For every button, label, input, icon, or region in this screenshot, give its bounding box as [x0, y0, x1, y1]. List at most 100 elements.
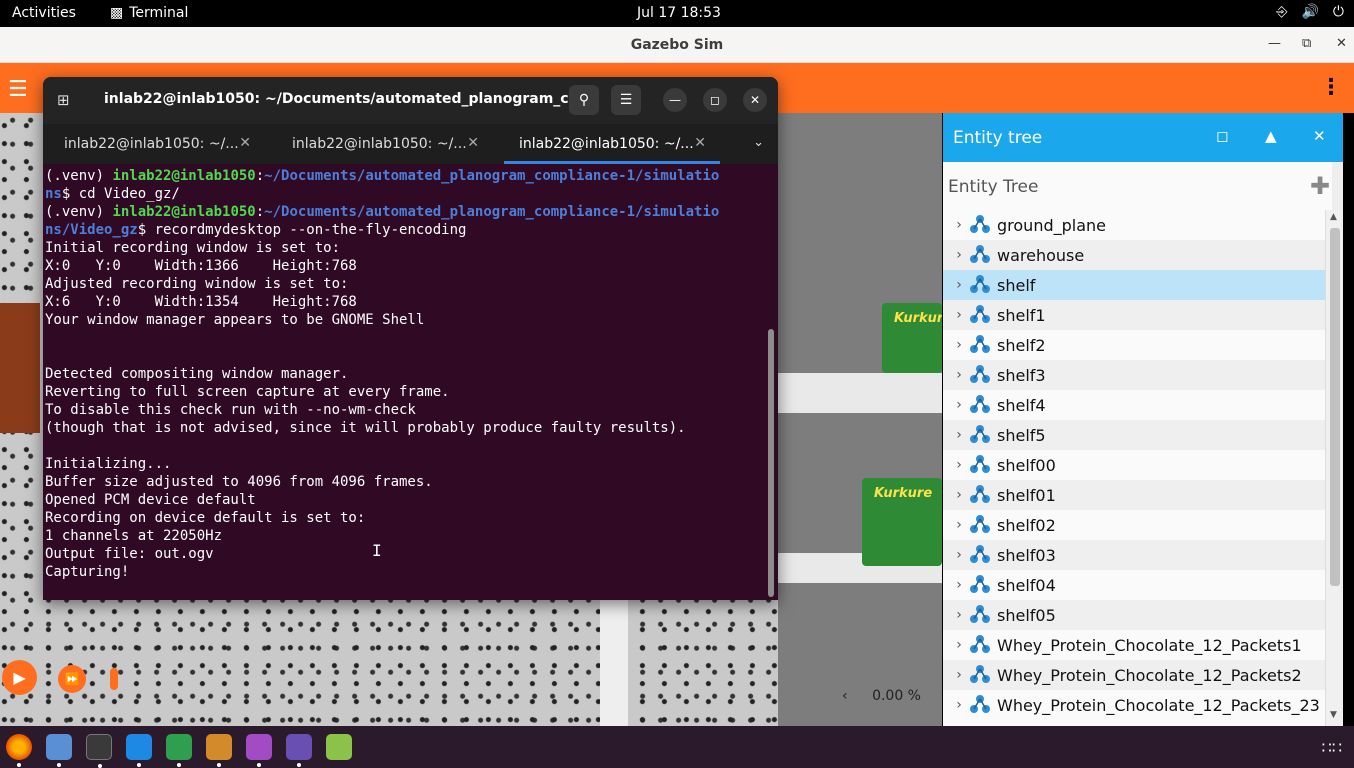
chevron-right-icon[interactable]: ›	[949, 517, 969, 533]
add-entity-icon[interactable]: ✚	[1310, 172, 1330, 200]
entity-tree-item[interactable]: › Whey_Protein_Chocolate_12_Packets1	[943, 630, 1325, 660]
close-panel-icon[interactable]: ✕	[1313, 127, 1326, 145]
chevron-right-icon[interactable]: ›	[949, 367, 969, 383]
model-icon	[970, 515, 990, 533]
trash-icon[interactable]	[326, 734, 352, 760]
terminal-scrollbar[interactable]	[768, 329, 774, 597]
entity-tree-item[interactable]: › Whey_Protein_Chocolate_12_Packets2	[943, 660, 1325, 690]
chevron-right-icon[interactable]: ›	[949, 697, 969, 713]
chevron-down-icon[interactable]: ⌄	[753, 135, 764, 150]
gazebo-titlebar[interactable]: Gazebo Sim — ⧉ ✕	[0, 27, 1354, 63]
minimize-icon[interactable]: —	[663, 88, 687, 112]
entity-tree-item[interactable]: › shelf5	[943, 420, 1325, 450]
chevron-right-icon[interactable]: ›	[949, 247, 969, 263]
video-player-icon[interactable]	[246, 734, 272, 767]
menu-icon[interactable]: ☰	[611, 85, 641, 115]
entity-tree-item[interactable]: › shelf02	[943, 510, 1325, 540]
volume-icon[interactable]: 🔊	[1301, 4, 1318, 20]
model-icon	[970, 365, 990, 383]
terminal-window[interactable]: ⊞ inlab22@inlab1050: ~/Documents/automat…	[43, 77, 778, 600]
chevron-right-icon[interactable]: ›	[949, 307, 969, 323]
step-slider-handle[interactable]	[110, 668, 118, 690]
chevron-right-icon[interactable]: ›	[949, 487, 969, 503]
restore-icon[interactable]: ⧉	[1302, 36, 1311, 51]
kebab-menu-icon[interactable]: ⋮	[1320, 75, 1342, 100]
real-time-factor: ‹ 0.00 %	[842, 688, 921, 704]
model-icon	[970, 395, 990, 413]
app-grid-icon[interactable]: ∷∷	[1322, 738, 1342, 757]
spreadsheet-icon[interactable]	[166, 734, 192, 767]
chevron-right-icon[interactable]: ›	[949, 547, 969, 563]
step-forward-button[interactable]: ⏩	[58, 665, 86, 693]
terminal-output[interactable]: (.venv) inlab22@inlab1050:~/Documents/au…	[45, 167, 767, 581]
chevron-right-icon[interactable]: ›	[949, 577, 969, 593]
new-tab-icon[interactable]: ⊞	[57, 91, 70, 109]
entity-tree-item[interactable]: › shelf04	[943, 570, 1325, 600]
chevron-right-icon[interactable]: ›	[949, 457, 969, 473]
chevron-left-icon[interactable]: ‹	[842, 688, 848, 704]
terminal-tab[interactable]: inlab22@inlab1050: ~/... ✕	[271, 124, 499, 164]
chevron-right-icon[interactable]: ›	[949, 637, 969, 653]
close-icon[interactable]: ✕	[743, 88, 767, 112]
scene-shelf-board	[778, 373, 942, 413]
output-lines: Initial recording window is set to: X:0 Y…	[45, 239, 767, 581]
chevron-right-icon[interactable]: ›	[949, 337, 969, 353]
terminal-tab[interactable]: inlab22@inlab1050: ~/... ✕	[43, 124, 271, 164]
chevron-right-icon[interactable]: ›	[949, 427, 969, 443]
power-icon[interactable]: ⏻	[1333, 4, 1344, 20]
maximize-panel-icon[interactable]: ◻	[1216, 127, 1228, 145]
play-button[interactable]: ▶	[2, 660, 37, 695]
entity-tree-item[interactable]: › Whey_Protein_Chocolate_12_Packets_23	[943, 690, 1325, 720]
app-menu[interactable]: ▩ Terminal	[110, 5, 188, 21]
vscode-icon[interactable]	[126, 734, 152, 767]
network-icon[interactable]: ⎆	[1276, 4, 1287, 20]
search-icon[interactable]: ⚲	[569, 85, 599, 115]
scroll-down-icon[interactable]: ▼	[1330, 710, 1337, 720]
firefox-icon[interactable]	[6, 734, 32, 767]
terminal-headerbar[interactable]: ⊞ inlab22@inlab1050: ~/Documents/automat…	[43, 77, 778, 124]
entity-tree-item[interactable]: › shelf1	[943, 300, 1325, 330]
system-tray[interactable]: ⎆ 🔊 ⏻	[1276, 4, 1344, 20]
screenshot-icon[interactable]	[286, 734, 312, 767]
entity-tree-item[interactable]: › shelf4	[943, 390, 1325, 420]
entity-tree-item[interactable]: › shelf00	[943, 450, 1325, 480]
output-line: Your window manager appears to be GNOME …	[45, 312, 425, 328]
output-line: Output file: out.ogv	[45, 546, 214, 562]
entity-tree-item[interactable]: › shelf03	[943, 540, 1325, 570]
scroll-up-icon[interactable]: ▲	[1330, 212, 1337, 222]
close-tab-icon[interactable]: ✕	[239, 135, 251, 151]
collapse-panel-icon[interactable]: ▲	[1265, 127, 1277, 145]
entity-tree-item[interactable]: › ground_plane	[943, 210, 1325, 240]
activities-button[interactable]: Activities	[12, 5, 76, 21]
chevron-right-icon[interactable]: ›	[949, 217, 969, 233]
entity-tree-item[interactable]: › shelf05	[943, 600, 1325, 630]
files-icon[interactable]	[46, 734, 72, 767]
entity-tree-subtitle: Entity Tree	[948, 177, 1039, 197]
chevron-right-icon[interactable]: ›	[949, 277, 969, 293]
chevron-right-icon[interactable]: ›	[949, 667, 969, 683]
entity-tree-item[interactable]: › shelf3	[943, 360, 1325, 390]
close-tab-icon[interactable]: ✕	[467, 135, 479, 151]
minimize-icon[interactable]: —	[1268, 36, 1281, 51]
chevron-right-icon[interactable]: ›	[949, 607, 969, 623]
entity-tree-item[interactable]: › shelf2	[943, 330, 1325, 360]
close-tab-icon[interactable]: ✕	[694, 135, 706, 151]
maximize-icon[interactable]: ◻	[703, 88, 727, 112]
entity-tree-item[interactable]: › shelf	[943, 270, 1325, 300]
entity-label: shelf01	[997, 485, 1056, 505]
entity-tree-item[interactable]: › shelf01	[943, 480, 1325, 510]
terminal-icon[interactable]	[86, 734, 112, 768]
terminal-tab-active[interactable]: inlab22@inlab1050: ~/... ✕	[498, 124, 726, 164]
product-label: Kurkure	[874, 486, 933, 501]
window-title: Gazebo Sim	[630, 37, 724, 53]
hamburger-menu-icon[interactable]: ☰	[8, 77, 28, 102]
archive-manager-icon[interactable]	[206, 734, 232, 767]
clock[interactable]: Jul 17 18:53	[637, 5, 721, 21]
entity-tree-item[interactable]: › warehouse	[943, 240, 1325, 270]
chevron-right-icon[interactable]: ›	[949, 397, 969, 413]
close-icon[interactable]: ✕	[1336, 36, 1347, 51]
scrollbar-thumb[interactable]	[1330, 228, 1340, 586]
prompt-path: ns	[45, 186, 62, 202]
model-icon	[970, 275, 990, 293]
entity-tree-scrollbar[interactable]: ▲ ▼	[1325, 210, 1343, 726]
